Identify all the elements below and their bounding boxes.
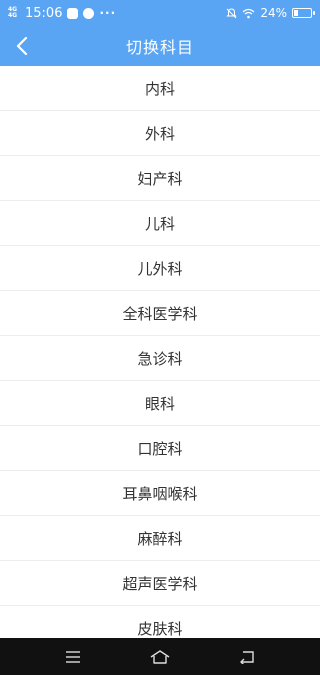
department-item[interactable]: 妇产科 — [0, 156, 320, 201]
nav-menu-button[interactable] — [61, 645, 85, 669]
status-time: 15:06 — [25, 5, 63, 21]
department-item[interactable]: 耳鼻咽喉科 — [0, 471, 320, 516]
nav-back-button[interactable] — [235, 645, 259, 669]
battery-icon — [292, 8, 315, 18]
back-arrow-icon — [239, 650, 254, 664]
wifi-icon — [242, 8, 255, 18]
department-item[interactable]: 全科医学科 — [0, 291, 320, 336]
system-nav-bar — [0, 638, 320, 675]
menu-icon — [66, 650, 81, 663]
department-item[interactable]: 麻醉科 — [0, 516, 320, 561]
department-list: 内科 外科 妇产科 儿科 儿外科 全科医学科 急诊科 眼科 口腔科 耳鼻咽喉科 … — [0, 66, 320, 638]
more-notifications-icon: ··· — [99, 6, 117, 20]
department-item[interactable]: 急诊科 — [0, 336, 320, 381]
page-title: 切换科目 — [125, 38, 194, 57]
nav-home-button[interactable] — [148, 645, 172, 669]
chat-notification-icon — [83, 7, 95, 19]
battery-level — [294, 10, 299, 16]
chevron-left-icon — [16, 37, 28, 55]
shield-notification-icon — [67, 7, 79, 19]
network-indicator: 4G 4G — [8, 6, 18, 19]
department-item[interactable]: 儿外科 — [0, 246, 320, 291]
department-item[interactable]: 内科 — [0, 66, 320, 111]
department-item[interactable]: 外科 — [0, 111, 320, 156]
department-item[interactable]: 眼科 — [0, 381, 320, 426]
app-header: 切换科目 — [0, 26, 320, 66]
battery-percent: 24% — [260, 6, 287, 20]
status-bar: 4G 4G 15:06 ··· 24% — [0, 0, 320, 26]
home-icon — [150, 649, 170, 664]
mute-icon — [226, 7, 238, 18]
department-item[interactable]: 皮肤科 — [0, 606, 320, 638]
department-item[interactable]: 超声医学科 — [0, 561, 320, 606]
back-button[interactable] — [12, 36, 32, 56]
department-item[interactable]: 儿科 — [0, 201, 320, 246]
department-item[interactable]: 口腔科 — [0, 426, 320, 471]
